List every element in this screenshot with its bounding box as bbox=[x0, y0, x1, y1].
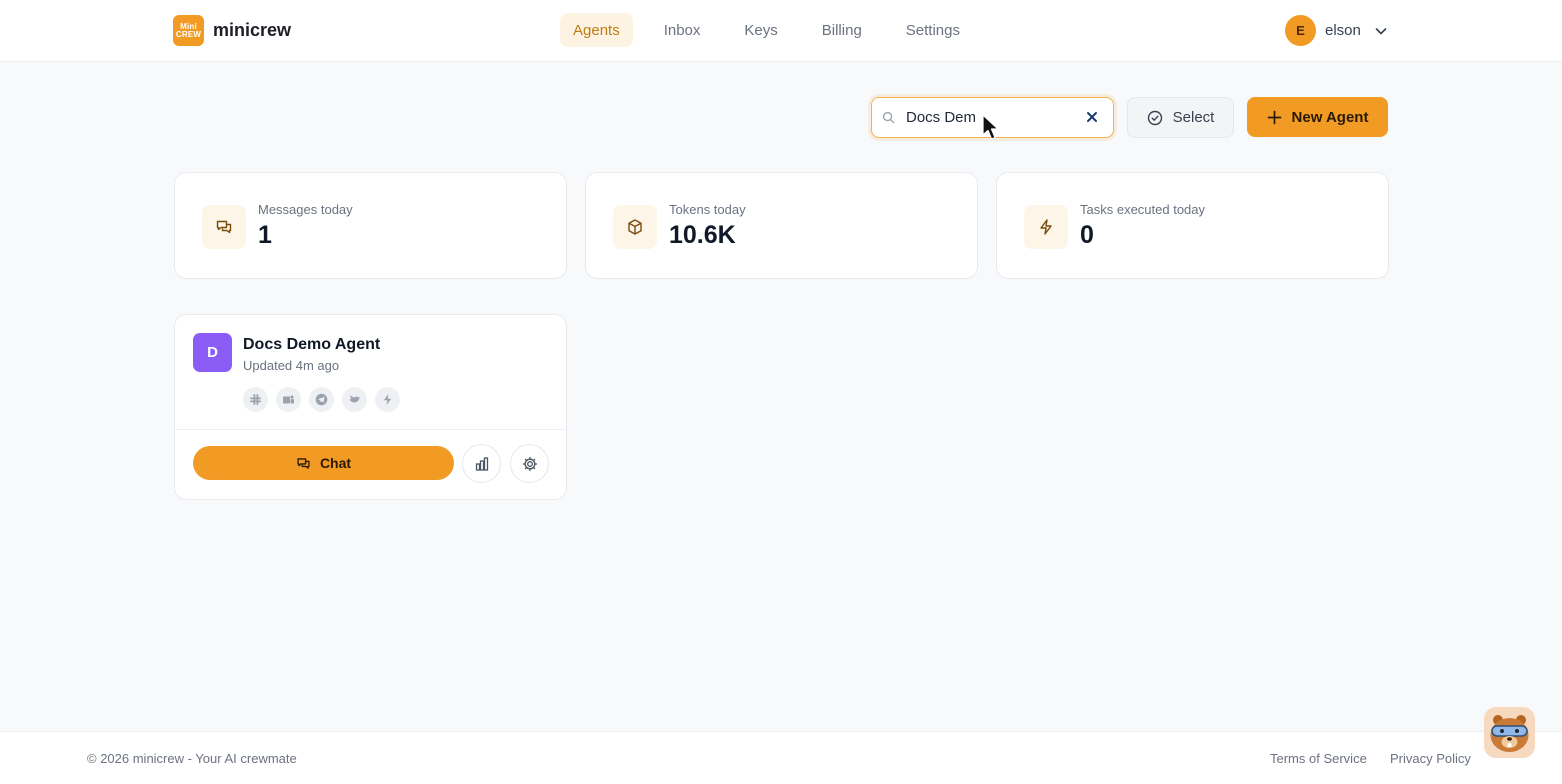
lightning-icon bbox=[1040, 219, 1052, 235]
card-divider bbox=[175, 429, 566, 430]
agent-settings-button[interactable] bbox=[510, 444, 549, 483]
chevron-down-icon bbox=[1375, 27, 1387, 34]
logo-mark-bottom: CREW bbox=[175, 29, 202, 39]
agent-card[interactable]: D Docs Demo Agent Updated 4m ago Chat bbox=[174, 314, 567, 500]
stat-card-messages: Messages today 1 bbox=[174, 172, 567, 279]
agent-search bbox=[871, 97, 1114, 138]
user-name: elson bbox=[1325, 22, 1361, 39]
telegram-icon bbox=[309, 387, 334, 412]
nav-agents[interactable]: Agents bbox=[560, 13, 633, 47]
stat-value: 0 bbox=[1080, 221, 1094, 249]
plus-icon bbox=[1267, 110, 1281, 124]
check-circle-icon bbox=[1147, 110, 1162, 125]
agent-updated-time: Updated 4m ago bbox=[243, 358, 340, 373]
stat-label: Tasks executed today bbox=[1080, 202, 1206, 217]
terms-link[interactable]: Terms of Service bbox=[1270, 751, 1367, 766]
main-nav: Agents Inbox Keys Billing Settings bbox=[560, 13, 973, 47]
select-button[interactable]: Select bbox=[1127, 97, 1234, 138]
search-input[interactable] bbox=[906, 106, 1076, 128]
beaver-mascot-icon bbox=[1490, 715, 1529, 752]
top-navbar: Mini CREW minicrew Agents Inbox Keys Bil… bbox=[0, 0, 1562, 62]
stat-card-tasks: Tasks executed today 0 bbox=[996, 172, 1389, 279]
privacy-link[interactable]: Privacy Policy bbox=[1390, 751, 1471, 766]
cube-icon bbox=[628, 219, 642, 235]
stat-value: 1 bbox=[258, 221, 272, 249]
footer: © 2026 minicrew - Your AI crewmate Terms… bbox=[0, 731, 1562, 784]
chat-bubbles-icon bbox=[297, 457, 310, 469]
user-avatar: E bbox=[1285, 15, 1316, 46]
nav-billing[interactable]: Billing bbox=[809, 13, 875, 47]
copyright-text: © 2026 minicrew - Your AI crewmate bbox=[87, 751, 297, 766]
app-logo[interactable]: Mini CREW minicrew bbox=[173, 15, 291, 46]
clear-search-icon[interactable] bbox=[1085, 110, 1099, 124]
agent-channels bbox=[243, 387, 400, 412]
bird-icon bbox=[342, 387, 367, 412]
stat-icon-box bbox=[613, 205, 657, 249]
nav-inbox[interactable]: Inbox bbox=[651, 13, 714, 47]
bar-chart-icon bbox=[475, 456, 488, 471]
stat-label: Messages today bbox=[258, 202, 353, 217]
app-name: minicrew bbox=[213, 20, 292, 40]
select-label: Select bbox=[1172, 109, 1215, 126]
nav-settings[interactable]: Settings bbox=[893, 13, 973, 47]
logo-mark: Mini CREW bbox=[173, 15, 204, 46]
stat-icon-box bbox=[202, 205, 246, 249]
user-menu[interactable]: E elson bbox=[1285, 15, 1388, 46]
agent-avatar: D bbox=[193, 333, 232, 372]
nav-keys[interactable]: Keys bbox=[731, 13, 790, 47]
mascot-assistant-button[interactable] bbox=[1484, 707, 1535, 758]
chat-bubbles-icon bbox=[216, 220, 232, 234]
stat-value: 10.6K bbox=[669, 221, 736, 249]
stat-icon-box bbox=[1024, 205, 1068, 249]
search-icon bbox=[882, 111, 895, 124]
slack-icon bbox=[243, 387, 268, 412]
analytics-button[interactable] bbox=[462, 444, 501, 483]
gear-icon bbox=[522, 456, 537, 471]
new-agent-label: New Agent bbox=[1291, 108, 1369, 126]
lightning-icon bbox=[375, 387, 400, 412]
agent-name[interactable]: Docs Demo Agent bbox=[243, 336, 380, 354]
new-agent-button[interactable]: New Agent bbox=[1247, 97, 1388, 137]
chat-button[interactable]: Chat bbox=[193, 446, 454, 480]
chat-label: Chat bbox=[319, 455, 352, 471]
stat-label: Tokens today bbox=[669, 202, 746, 217]
teams-icon bbox=[276, 387, 301, 412]
stat-card-tokens: Tokens today 10.6K bbox=[585, 172, 978, 279]
